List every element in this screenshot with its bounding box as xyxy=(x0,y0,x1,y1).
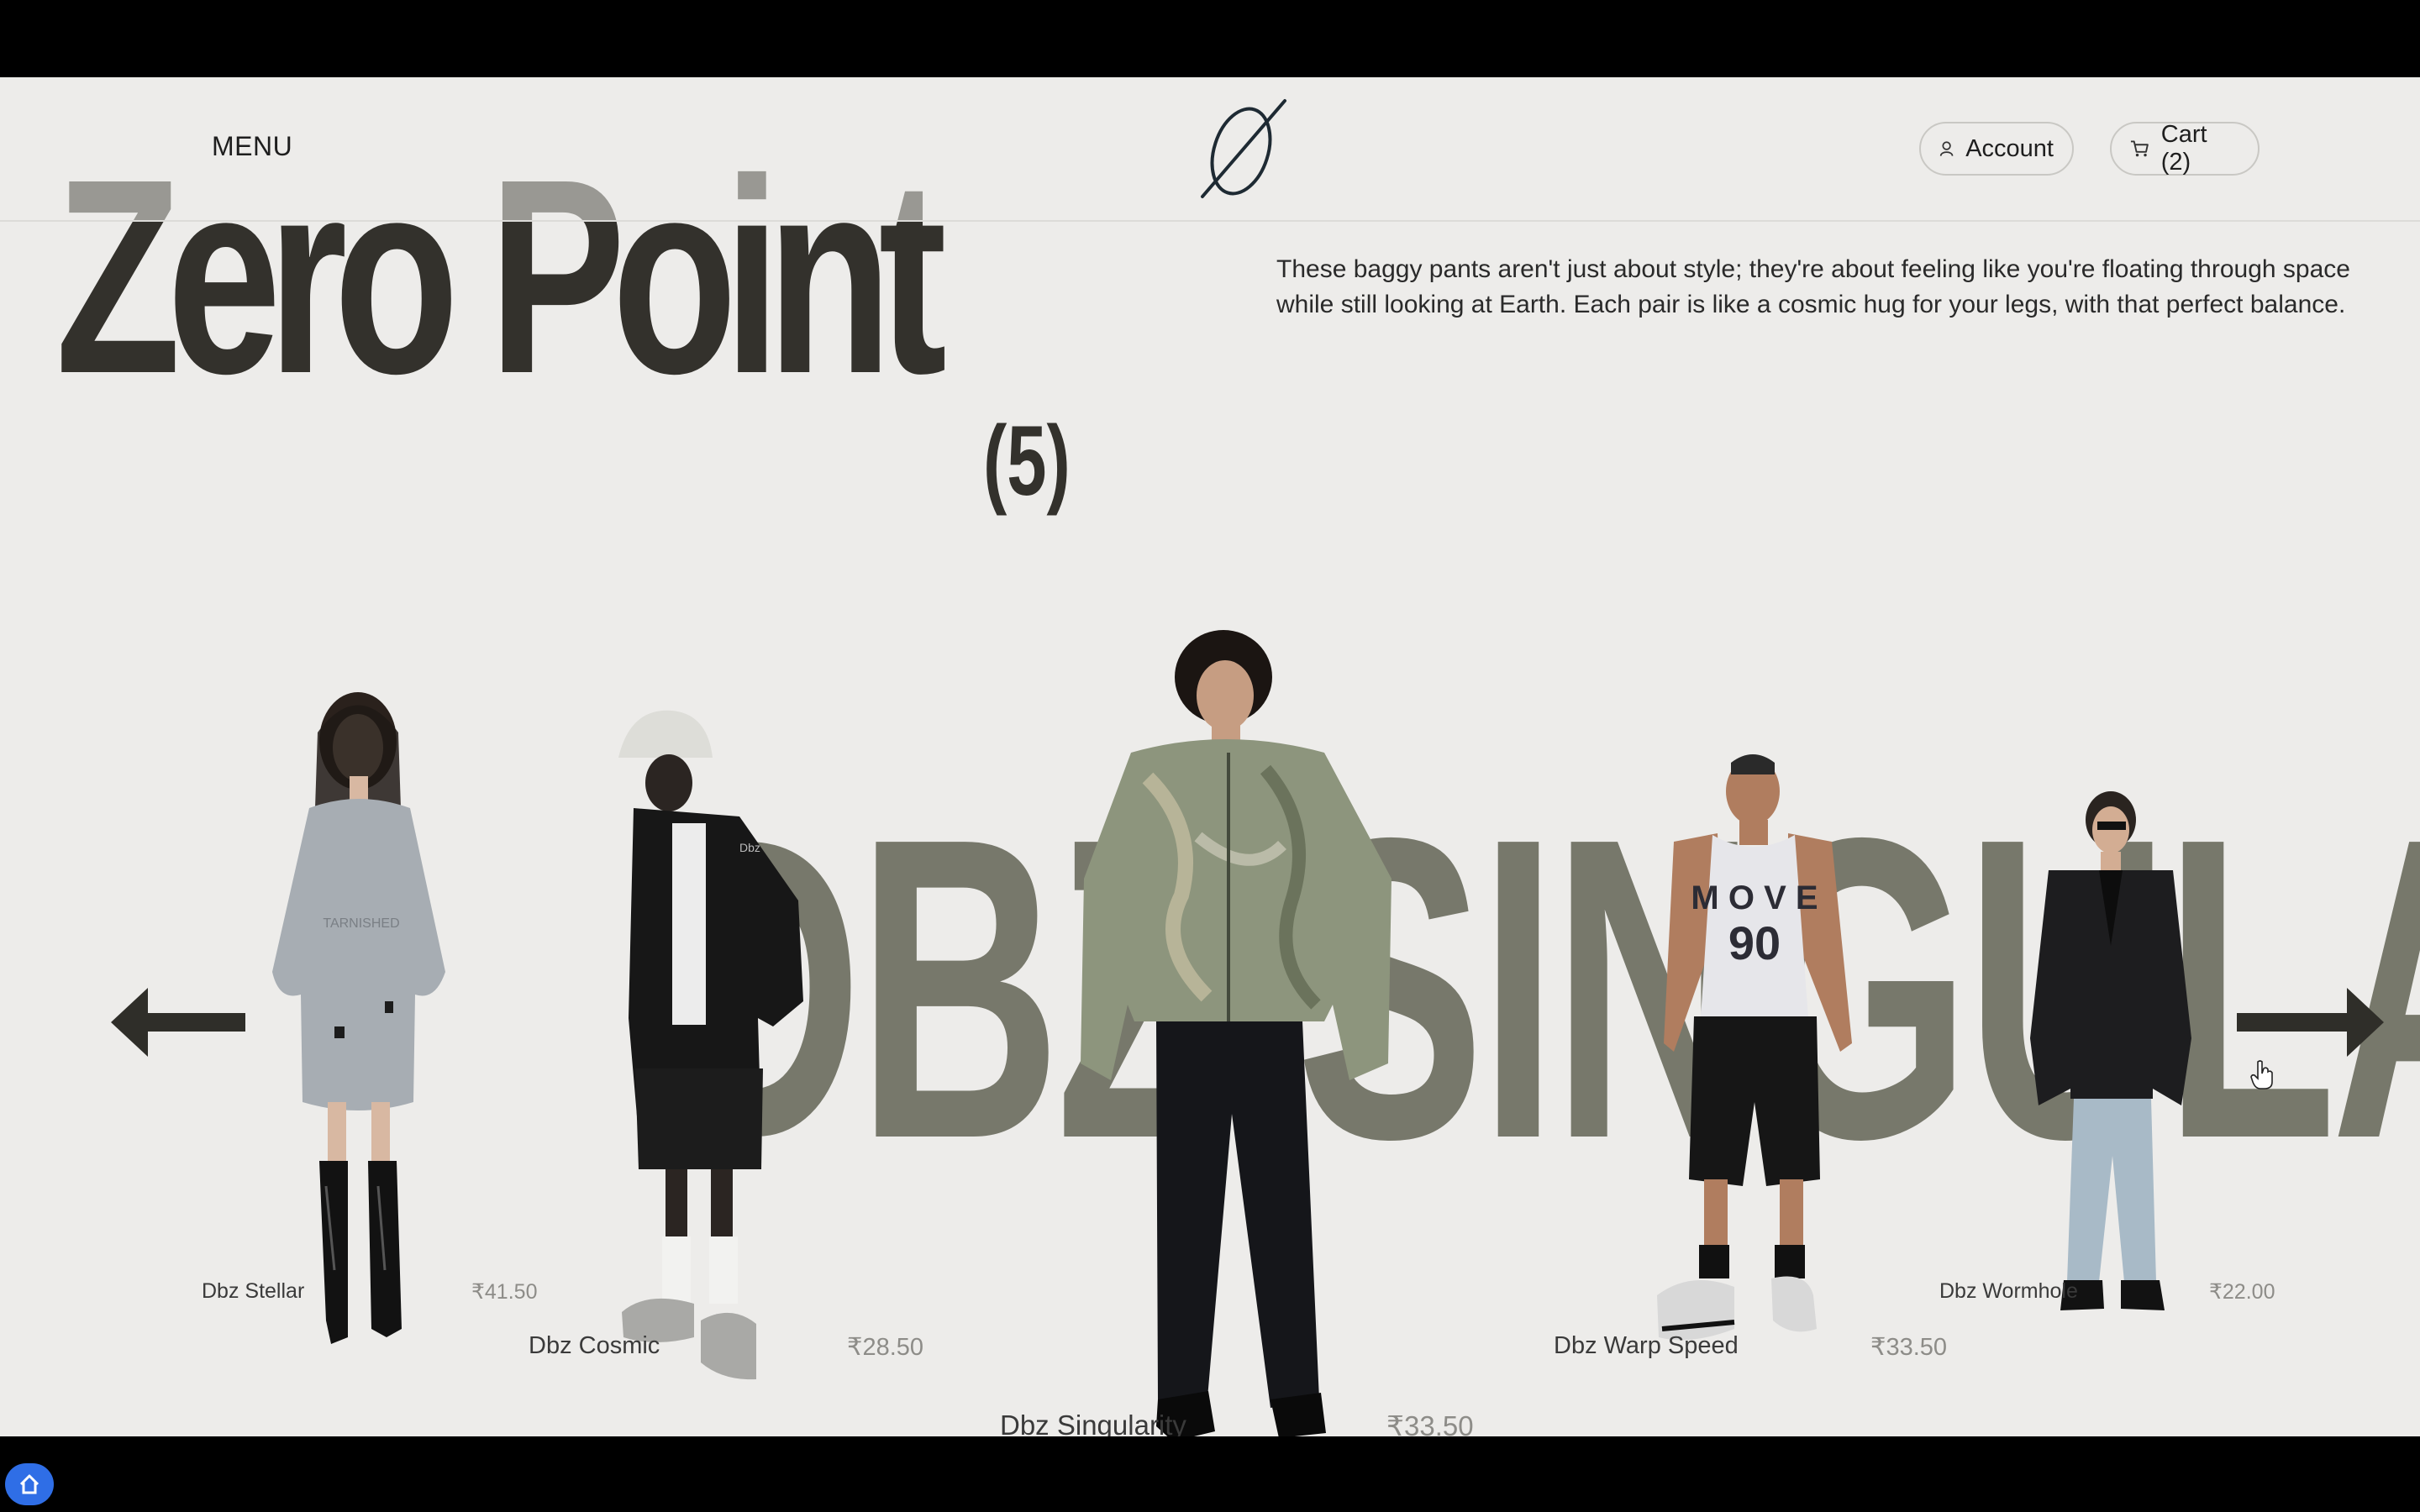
zero-point-logo-icon[interactable] xyxy=(1197,96,1290,202)
product-name-stellar[interactable]: Dbz Stellar xyxy=(202,1279,304,1304)
svg-text:90: 90 xyxy=(1728,916,1781,969)
account-label: Account xyxy=(1965,134,2054,162)
product-price-stellar: ₹41.50 xyxy=(471,1280,538,1304)
product-image-singularity[interactable] xyxy=(1081,627,1400,1436)
product-price-wormhole: ₹22.00 xyxy=(2209,1280,2275,1304)
account-button[interactable]: Account xyxy=(1919,122,2074,176)
product-name-wormhole[interactable]: Dbz Wormhole xyxy=(1939,1279,2078,1304)
collection-count: (5) xyxy=(983,406,1071,517)
site-header: MENU Account Cart (2) xyxy=(0,77,2420,222)
product-price-singularity: ₹33.50 xyxy=(1386,1410,1474,1436)
product-name-warp-speed[interactable]: Dbz Warp Speed xyxy=(1554,1332,1739,1360)
collection-description: These baggy pants aren't just about styl… xyxy=(1276,255,2350,318)
hand-cursor-icon xyxy=(2250,1060,2273,1089)
cart-button[interactable]: Cart (2) xyxy=(2110,121,2260,176)
svg-text:TARNISHED: TARNISHED xyxy=(323,916,399,931)
home-button[interactable] xyxy=(5,1463,54,1505)
home-icon xyxy=(19,1474,39,1494)
product-image-stellar[interactable]: TARNISHED xyxy=(267,682,460,1346)
menu-button[interactable]: MENU xyxy=(212,131,292,162)
arrow-right-icon[interactable] xyxy=(2237,984,2384,1060)
product-name-cosmic[interactable]: Dbz Cosmic xyxy=(529,1332,660,1360)
site-viewport: MENU Account Cart (2) Zero Point (5) The… xyxy=(0,77,2420,1436)
product-image-warp-speed[interactable]: M O V E 90 xyxy=(1640,749,1884,1354)
product-image-wormhole[interactable] xyxy=(2027,786,2195,1324)
arrow-left-icon[interactable] xyxy=(111,984,245,1060)
product-name-singularity[interactable]: Dbz Singularity xyxy=(1000,1410,1186,1436)
svg-text:M O V E: M O V E xyxy=(1691,879,1818,916)
product-image-cosmic[interactable]: Dbz xyxy=(613,699,807,1388)
product-price-warp-speed: ₹33.50 xyxy=(1870,1334,1948,1361)
svg-text:Dbz: Dbz xyxy=(739,841,760,854)
product-price-cosmic: ₹28.50 xyxy=(847,1334,924,1361)
cart-label: Cart (2) xyxy=(2160,121,2207,176)
cart-icon xyxy=(2130,140,2149,157)
user-icon xyxy=(1939,141,1954,156)
